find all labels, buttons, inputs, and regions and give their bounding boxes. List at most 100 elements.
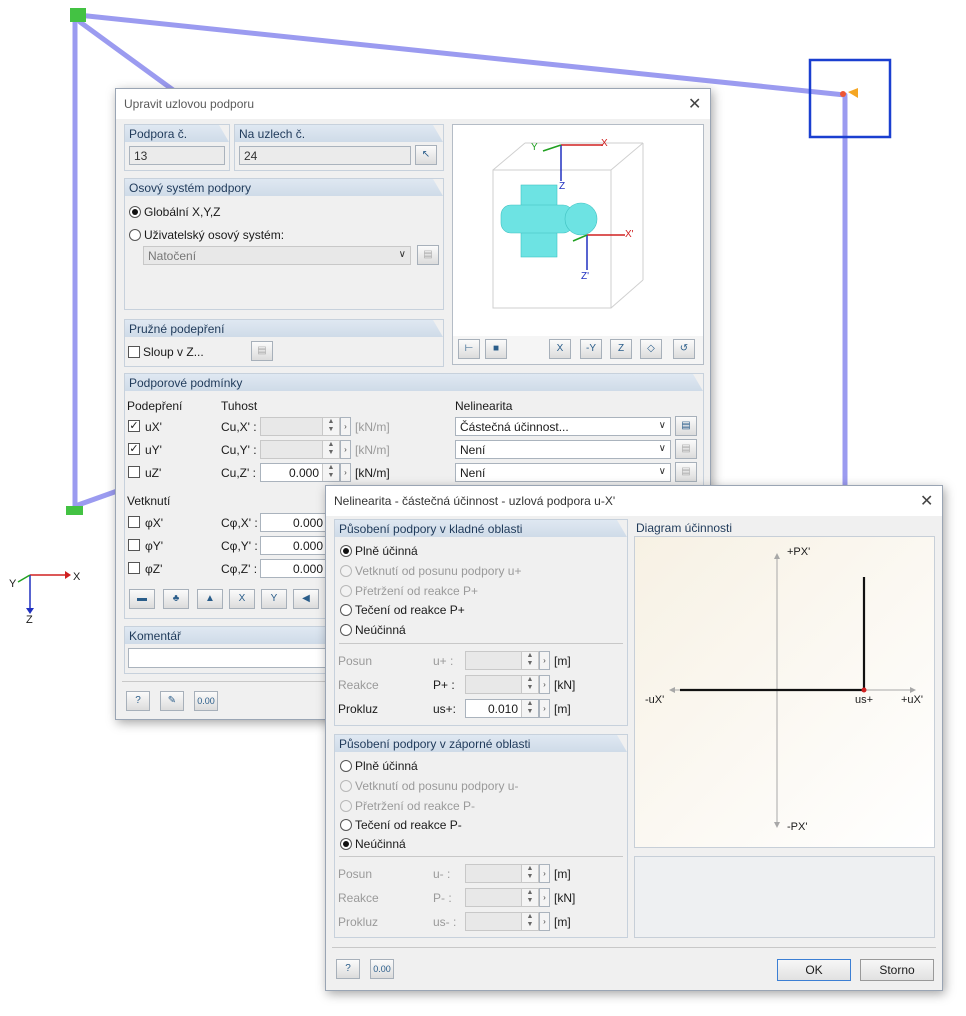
neg-full-label: Plně účinná (355, 759, 418, 773)
elastic-support-header: Pružné podepření (129, 322, 225, 336)
cuy-field[interactable]: ▲ ▼ (260, 440, 340, 459)
neg-slip-arrow[interactable]: › (539, 912, 550, 931)
column-edit-button[interactable]: ▤ (251, 341, 273, 361)
pos-slip-arrow[interactable]: › (539, 699, 550, 718)
view-x-button[interactable]: X (549, 339, 571, 359)
pos-none-radio[interactable] (340, 624, 352, 636)
support-number-field[interactable]: 13 (129, 146, 225, 165)
ux-nonlin-select[interactable]: Částečná účinnost... ∨ (455, 417, 671, 436)
neg-disp-arrow[interactable]: › (539, 864, 550, 883)
ux-nonlin-edit-button[interactable]: ▤ (675, 416, 697, 436)
cphiz-field[interactable]: 0.000 (260, 559, 330, 578)
phiz-checkbox[interactable] (128, 562, 140, 574)
view-render-button[interactable]: ■ (485, 339, 507, 359)
neg-none-radio[interactable] (340, 838, 352, 850)
phix-checkbox[interactable] (128, 516, 140, 528)
view-neg-y-button[interactable]: -Y (580, 339, 602, 359)
pos-full-radio[interactable] (340, 545, 352, 557)
pos-disp-arrow[interactable]: › (539, 651, 550, 670)
ux-checkbox[interactable]: ✓ (128, 420, 140, 432)
diagram-info-panel (634, 856, 935, 938)
uz-nonlin-edit-button[interactable]: ▤ (675, 462, 697, 482)
neg-tear-label: Přetržení od reakce P- (355, 799, 476, 813)
rotation-select[interactable]: Natočení ∨ (143, 246, 411, 265)
neg-fix-radio[interactable] (340, 780, 352, 792)
pos-tear-radio[interactable] (340, 585, 352, 597)
support-number-label: Podpora č. (129, 127, 188, 141)
preview-axis-z: Z (559, 181, 566, 192)
view-iso-button[interactable]: ◇ (640, 339, 662, 359)
view-axes-button[interactable]: ⊢ (458, 339, 480, 359)
neg-tear-radio[interactable] (340, 800, 352, 812)
neg-yield-label: Tečení od reakce P- (355, 818, 462, 832)
nl-help-icon[interactable]: ? (336, 959, 360, 979)
ok-button[interactable]: OK (777, 959, 851, 981)
cphiy-field[interactable]: 0.000 (260, 536, 330, 555)
cuz-field[interactable]: 0.000 ▲ ▼ (260, 463, 340, 482)
rotation-edit-button[interactable]: ▤ (417, 245, 439, 265)
preview-axis-y: Y (531, 142, 538, 153)
pos-react-arrow[interactable]: › (539, 675, 550, 694)
close-icon[interactable]: ✕ (688, 94, 701, 114)
global-axis-radio[interactable] (129, 206, 141, 218)
support-node-bottom-left[interactable] (66, 506, 83, 515)
edit-notes-icon[interactable]: ✎ (160, 691, 184, 711)
global-axis-label: Globální X,Y,Z (144, 205, 221, 219)
preset-pinned-button[interactable]: ▲ (197, 589, 223, 609)
global-axis-z-label: Z (26, 614, 33, 626)
pick-nodes-button[interactable]: ↖ (415, 145, 437, 165)
uz-nonlin-select[interactable]: Není ∨ (455, 463, 671, 482)
neg-react-unit: [kN] (554, 891, 576, 905)
pos-fix-radio[interactable] (340, 565, 352, 577)
uz-checkbox[interactable] (128, 466, 140, 478)
neg-slip-field[interactable]: ▲ ▼ (465, 912, 539, 931)
cancel-button[interactable]: Storno (860, 959, 934, 981)
cphix-field[interactable]: 0.000 (260, 513, 330, 532)
cux-field[interactable]: ▲ ▼ (260, 417, 340, 436)
preset-roller-y-button[interactable]: Y (261, 589, 287, 609)
cuz-arrow[interactable]: › (340, 463, 351, 482)
cuy-arrow[interactable]: › (340, 440, 351, 459)
neg-react-arrow[interactable]: › (539, 888, 550, 907)
user-axis-radio[interactable] (129, 229, 141, 241)
help-icon[interactable]: ? (126, 691, 150, 711)
neg-yield-radio[interactable] (340, 819, 352, 831)
uy-nonlin-select[interactable]: Není ∨ (455, 440, 671, 459)
units-icon[interactable]: 0.00 (194, 691, 218, 711)
uy-checkbox[interactable]: ✓ (128, 443, 140, 455)
phiy-checkbox[interactable] (128, 539, 140, 551)
nodes-field[interactable]: 24 (239, 146, 411, 165)
pos-slip-field[interactable]: 0.010 ▲ ▼ (465, 699, 539, 718)
phix-label: φX' (145, 516, 164, 530)
pos-none-label: Neúčinná (355, 623, 406, 637)
support-number-group: Podpora č. 13 (124, 124, 230, 171)
preset-roller-x-button[interactable]: X (229, 589, 255, 609)
diagram-px-neg: -PX' (787, 821, 808, 833)
pos-divider (339, 643, 623, 644)
neg-full-radio[interactable] (340, 760, 352, 772)
preset-hinged-button[interactable]: ▬ (129, 589, 155, 609)
support-node-top-left[interactable] (70, 8, 86, 22)
uy-label: uY' (145, 443, 162, 457)
axis-system-group: Osový systém podpory Globální X,Y,Z Uživ… (124, 178, 444, 310)
global-axis-y-label: Y (9, 578, 17, 590)
pos-react-field[interactable]: ▲ ▼ (465, 675, 539, 694)
pos-disp-field[interactable]: ▲ ▼ (465, 651, 539, 670)
pos-disp-unit: [m] (554, 654, 571, 668)
pos-fix-label: Vetknutí od posunu podpory u+ (355, 564, 522, 578)
nl-close-icon[interactable]: ✕ (920, 491, 933, 511)
pos-yield-radio[interactable] (340, 604, 352, 616)
uy-nonlin-edit-button[interactable]: ▤ (675, 439, 697, 459)
preset-fixed-button[interactable]: ♣ (163, 589, 189, 609)
neg-disp-field[interactable]: ▲ ▼ (465, 864, 539, 883)
nl-units-icon[interactable]: 0.00 (370, 959, 394, 979)
preset-wall-button[interactable]: ◀ (293, 589, 319, 609)
neg-divider (339, 856, 623, 857)
cux-arrow[interactable]: › (340, 417, 351, 436)
dialog-titlebar: Upravit uzlovou podporu ✕ (116, 89, 710, 119)
view-reset-button[interactable]: ↺ (673, 339, 695, 359)
neg-react-field[interactable]: ▲ ▼ (465, 888, 539, 907)
column-in-z-checkbox[interactable] (128, 346, 140, 358)
view-z-button[interactable]: Z (610, 339, 632, 359)
selected-support-marker[interactable] (808, 58, 892, 139)
